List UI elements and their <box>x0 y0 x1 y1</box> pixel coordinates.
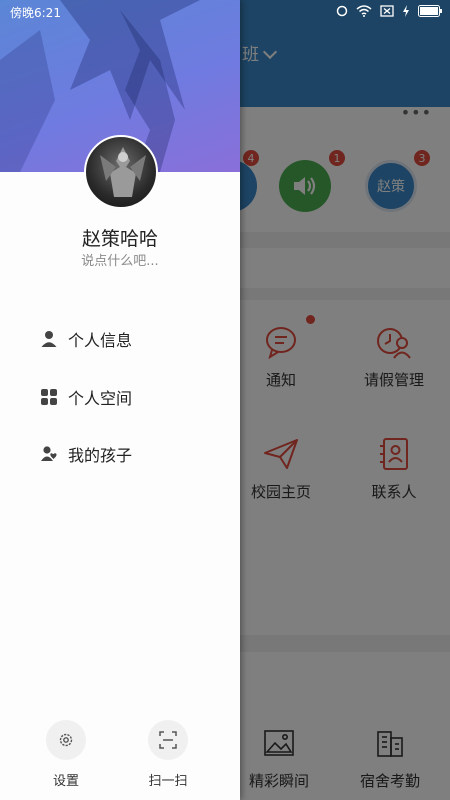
settings-button[interactable]: 设置 <box>36 720 96 789</box>
scan-button[interactable]: 扫一扫 <box>138 720 198 789</box>
scan-icon <box>159 731 177 749</box>
scan-circle <box>148 720 188 760</box>
no-sim-icon <box>380 5 394 17</box>
navigation-drawer: 赵策哈哈 说点什么吧... 个人信息 个人空间 我的孩子 设置 扫一扫 <box>0 0 240 800</box>
avatar-image <box>100 147 146 197</box>
menu-label: 个人空间 <box>68 389 133 408</box>
sync-icon <box>336 5 348 17</box>
person-icon <box>41 331 57 347</box>
status-bar: 傍晚6:21 <box>0 0 450 24</box>
status-time: 傍晚6:21 <box>10 6 61 20</box>
child-icon <box>41 446 57 461</box>
scan-label: 扫一扫 <box>148 774 188 789</box>
grid-icon <box>41 389 57 405</box>
status-icons <box>336 5 442 17</box>
avatar[interactable] <box>84 135 158 209</box>
settings-label: 设置 <box>52 774 79 789</box>
battery-icon <box>418 5 442 17</box>
wifi-icon <box>356 5 372 17</box>
user-signature[interactable]: 说点什么吧... <box>0 250 240 269</box>
menu-item-space[interactable]: 个人空间 <box>40 385 132 409</box>
charging-icon <box>403 5 409 17</box>
settings-circle <box>46 720 86 760</box>
user-name: 赵策哈哈 <box>81 228 158 250</box>
menu-label: 个人信息 <box>68 331 133 350</box>
gear-icon <box>59 733 73 747</box>
menu-item-children[interactable]: 我的孩子 <box>40 442 132 466</box>
menu-item-profile[interactable]: 个人信息 <box>40 327 132 351</box>
menu-label: 我的孩子 <box>68 446 133 465</box>
